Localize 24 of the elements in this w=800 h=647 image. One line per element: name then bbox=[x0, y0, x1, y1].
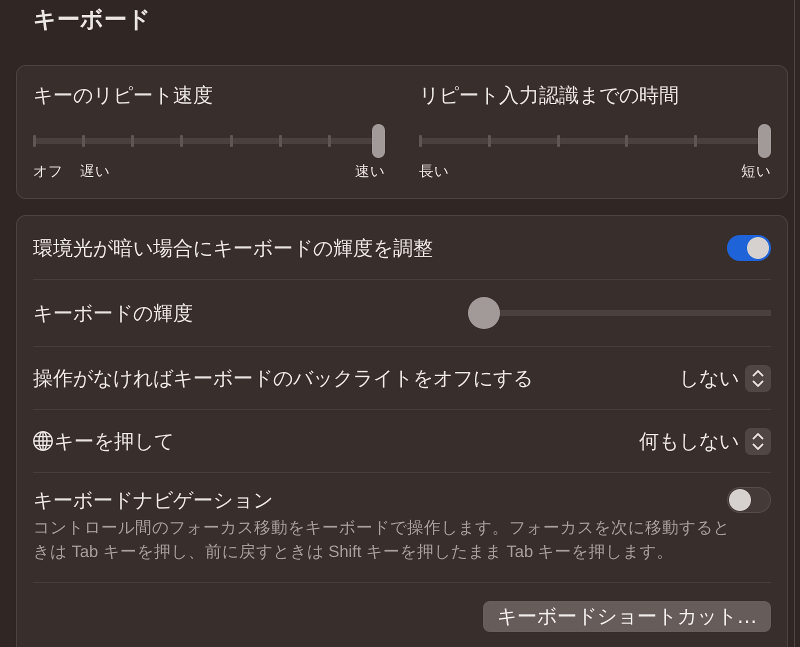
setting-label: 操作がなければキーボードのバックライトをオフにする bbox=[33, 365, 533, 391]
stepper-icon bbox=[745, 428, 771, 454]
tick-label: 速い bbox=[355, 163, 385, 181]
tick-label: 遅い bbox=[80, 163, 110, 181]
setting-description: コントロール間のフォーカス移動をキーボードで操作します。フォーカスを次に移動するときは Tab キーを押し、前に戻すときは Shift キーを押したまま Tab キーを押します。 bbox=[33, 518, 731, 563]
tick-label: オフ bbox=[33, 163, 63, 181]
popup-button[interactable]: しない bbox=[679, 364, 771, 392]
slider-label: リピート入力認識までの時間 bbox=[419, 82, 680, 108]
toggle-switch[interactable] bbox=[727, 487, 771, 513]
setting-label: キーボードナビゲーション bbox=[33, 487, 273, 513]
toggle-switch[interactable] bbox=[727, 235, 771, 261]
tick-label: 長い bbox=[419, 163, 449, 181]
slider-thumb[interactable] bbox=[468, 297, 500, 329]
tick-label: 短い bbox=[741, 163, 771, 181]
keyboard-shortcuts-button[interactable]: キーボードショートカット… bbox=[483, 601, 771, 632]
page-title: キーボード bbox=[32, 6, 152, 35]
slider-label: キーのリピート速度 bbox=[33, 82, 214, 108]
slider-thumb[interactable] bbox=[758, 124, 771, 158]
setting-label: キーを押して bbox=[54, 428, 174, 454]
popup-button[interactable]: 何もしない bbox=[639, 428, 771, 454]
setting-label: キーボードの輝度 bbox=[33, 300, 193, 326]
setting-label: 環境光が暗い場合にキーボードの輝度を調整 bbox=[33, 235, 433, 261]
stepper-icon bbox=[745, 364, 771, 392]
slider-thumb[interactable] bbox=[372, 124, 385, 158]
